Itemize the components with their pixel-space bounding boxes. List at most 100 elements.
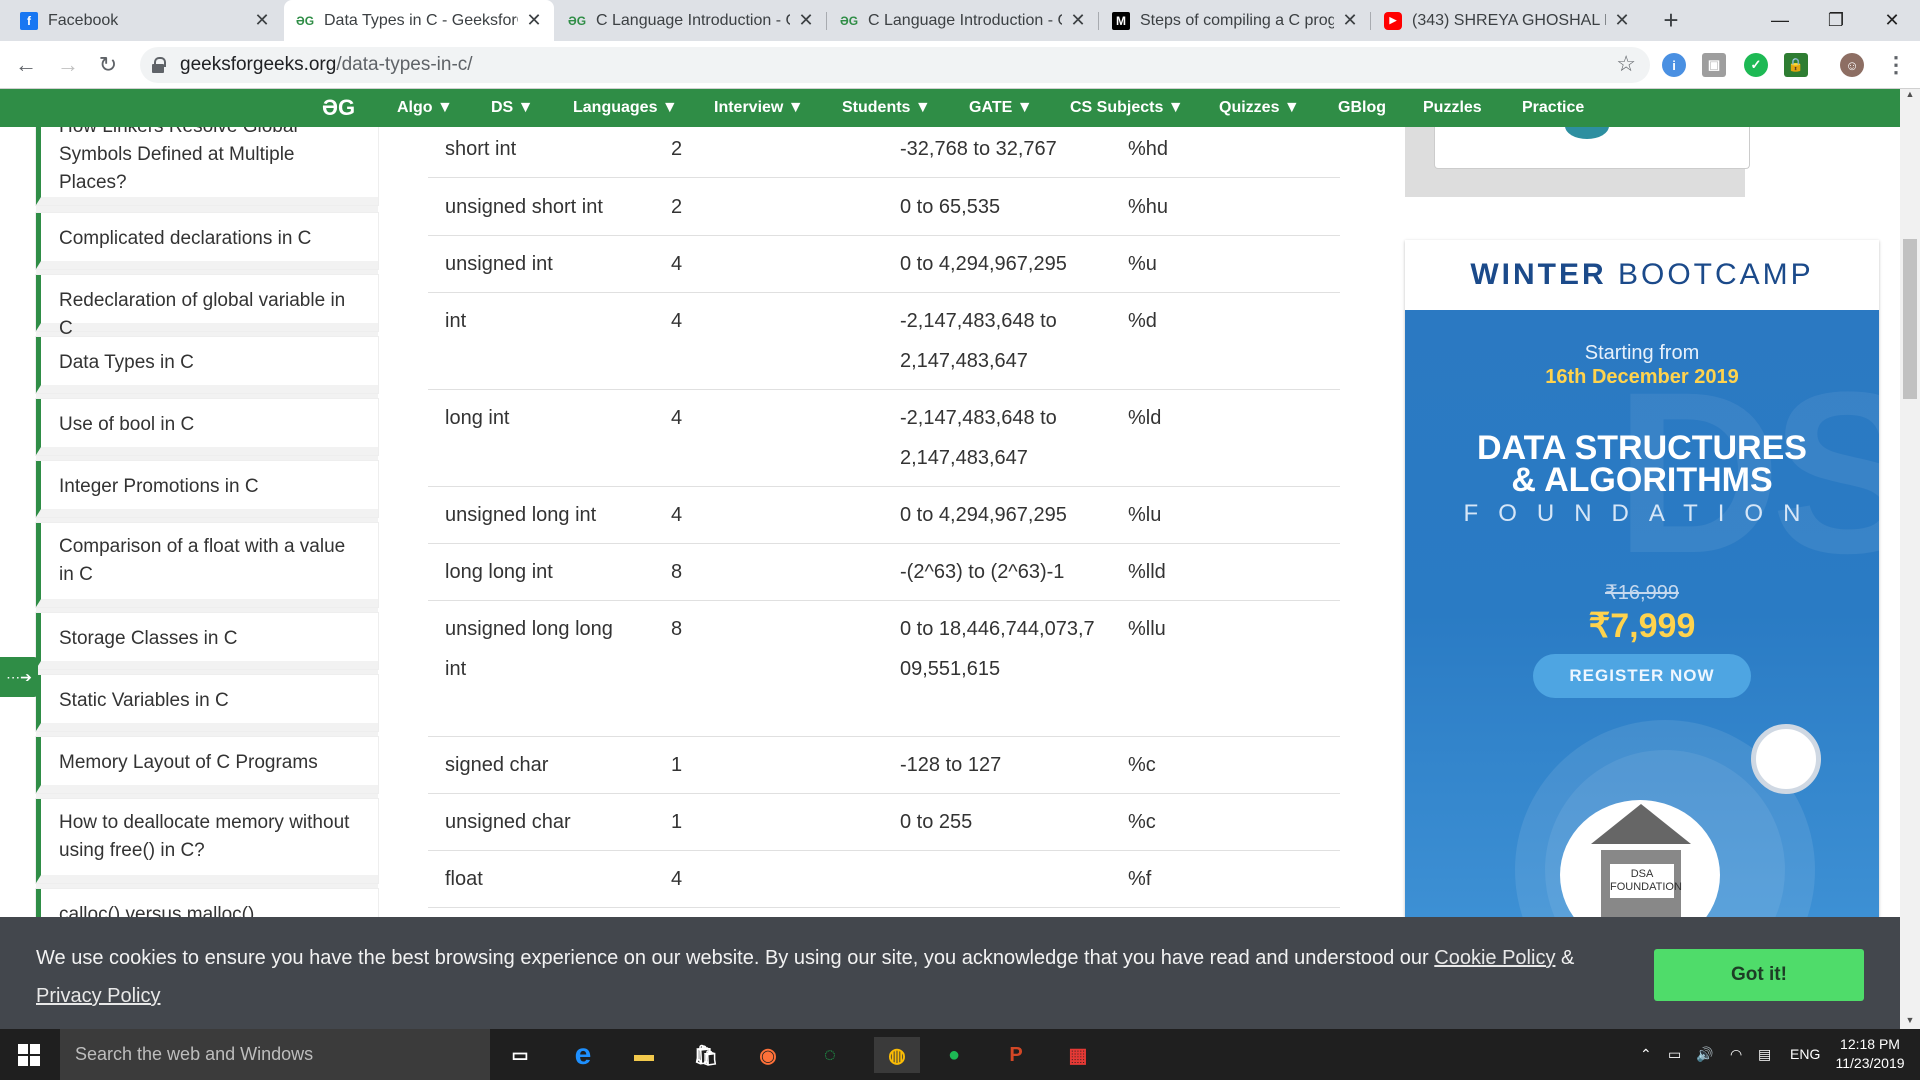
close-icon[interactable]: ✕ bbox=[1068, 10, 1088, 31]
close-window-button[interactable]: ✕ bbox=[1864, 0, 1920, 41]
nav-ds[interactable]: DS ▼ bbox=[491, 89, 534, 127]
promo-card[interactable] bbox=[1434, 127, 1750, 169]
nav-quizzes[interactable]: Quizzes ▼ bbox=[1219, 89, 1300, 127]
taskbar-clock[interactable]: 12:18 PM 11/23/2019 bbox=[1830, 1035, 1910, 1073]
nav-algo[interactable]: Algo ▼ bbox=[397, 89, 453, 127]
bytes-cell: 4 bbox=[671, 407, 683, 429]
check-extension-icon[interactable]: ✓ bbox=[1744, 53, 1768, 77]
store-icon[interactable]: 🛍 bbox=[688, 1037, 724, 1073]
close-icon[interactable]: ✕ bbox=[1340, 10, 1360, 31]
page-scrollbar[interactable]: ▲ ▼ bbox=[1900, 89, 1920, 1029]
sidebar-item[interactable]: Redeclaration of global variable in C bbox=[36, 275, 378, 339]
back-button[interactable]: ← bbox=[10, 49, 42, 81]
cookie-text: We use cookies to ensure you have the be… bbox=[36, 947, 1429, 969]
type-cell: unsigned long int bbox=[445, 504, 597, 526]
windows-start-icon[interactable] bbox=[18, 1044, 40, 1066]
forward-button[interactable]: → bbox=[52, 49, 84, 81]
close-icon[interactable]: ✕ bbox=[796, 10, 816, 31]
sidebar-item[interactable]: Use of bool in C bbox=[36, 399, 378, 455]
taskbar-search-box[interactable]: Search the web and Windows bbox=[60, 1029, 490, 1080]
tab-facebook[interactable]: f Facebook ✕ bbox=[8, 0, 282, 41]
menu-kebab-icon[interactable]: ⋮ bbox=[1880, 49, 1912, 81]
chrome-icon[interactable]: ◍ bbox=[874, 1037, 920, 1073]
scroll-down-icon[interactable]: ▼ bbox=[1900, 1015, 1920, 1029]
bookmark-star-icon[interactable]: ☆ bbox=[1616, 51, 1636, 77]
powerpoint-icon[interactable]: P bbox=[998, 1037, 1034, 1073]
nav-practice[interactable]: Practice bbox=[1522, 89, 1584, 127]
volume-icon[interactable]: 🔊 bbox=[1696, 1029, 1713, 1080]
language-indicator[interactable]: ENG bbox=[1790, 1029, 1820, 1080]
winter-bootcamp-ad[interactable]: WINTER BOOTCAMP DSA Starting from 16th D… bbox=[1405, 240, 1879, 917]
ad-title-line: & ALGORITHMS bbox=[1511, 461, 1773, 499]
lock-extension-icon[interactable]: 🔒 bbox=[1784, 53, 1808, 77]
ad-building-roof bbox=[1591, 804, 1691, 844]
extension-icon[interactable]: ▣ bbox=[1702, 53, 1726, 77]
nav-gblog[interactable]: GBlog bbox=[1338, 89, 1386, 127]
winrar-icon[interactable]: ▦ bbox=[1060, 1037, 1096, 1073]
sidebar-item[interactable]: Static Variables in C bbox=[36, 675, 378, 731]
format-cell: %ld bbox=[1128, 407, 1162, 429]
minimize-button[interactable]: — bbox=[1752, 0, 1808, 41]
nav-puzzles[interactable]: Puzzles bbox=[1423, 89, 1482, 127]
tab-title: Facebook bbox=[48, 11, 119, 29]
nav-students[interactable]: Students ▼ bbox=[842, 89, 931, 127]
close-icon[interactable]: ✕ bbox=[252, 10, 272, 31]
format-cell: %hd bbox=[1128, 138, 1169, 160]
screen: f Facebook ✕ ƏG Data Types in C - Geeksf… bbox=[0, 0, 1920, 1080]
new-tab-button[interactable]: + bbox=[1656, 6, 1686, 36]
tab-data-types-in-c[interactable]: ƏG Data Types in C - GeeksforGe ✕ bbox=[284, 0, 554, 41]
sidebar-item[interactable]: Integer Promotions in C bbox=[36, 461, 378, 517]
tab-c-language-intro-1[interactable]: ƏG C Language Introduction - G ✕ bbox=[556, 0, 826, 41]
type-cell: short int bbox=[445, 138, 517, 160]
cookie-policy-link[interactable]: Cookie Policy bbox=[1434, 947, 1555, 969]
nav-gate[interactable]: GATE ▼ bbox=[969, 89, 1033, 127]
nav-languages[interactable]: Languages ▼ bbox=[573, 89, 678, 127]
close-icon[interactable]: ✕ bbox=[1612, 10, 1632, 31]
range-cell: 0 to 4,294,967,295 bbox=[900, 504, 1067, 526]
address-bar[interactable]: geeksforgeeks.org/data-types-in-c/ ☆ bbox=[140, 47, 1650, 83]
reload-button[interactable]: ↻ bbox=[92, 49, 124, 81]
nav-interview[interactable]: Interview ▼ bbox=[714, 89, 804, 127]
loader-app-icon[interactable]: ◌ bbox=[812, 1037, 848, 1073]
spotify-icon[interactable]: ● bbox=[936, 1037, 972, 1073]
sidebar-item[interactable]: Memory Layout of C Programs bbox=[36, 737, 378, 793]
tab-youtube[interactable]: ▶ (343) SHREYA GHOSHAL LOV ✕ bbox=[1372, 0, 1642, 41]
edge-icon[interactable]: e bbox=[565, 1037, 601, 1073]
gfg-logo[interactable]: ƏG bbox=[322, 95, 355, 121]
youtube-icon: ▶ bbox=[1384, 11, 1402, 30]
sidebar-item-active[interactable]: Data Types in C bbox=[36, 337, 378, 393]
scrollbar-thumb[interactable] bbox=[1903, 239, 1917, 399]
sidebar-item[interactable]: calloc() versus malloc() bbox=[36, 889, 378, 917]
profile-avatar[interactable]: ☺ bbox=[1840, 53, 1864, 77]
scroll-up-icon[interactable]: ▲ bbox=[1900, 89, 1920, 103]
sidebar-item[interactable]: Complicated declarations in C bbox=[36, 213, 378, 269]
notification-icon[interactable]: ▤ bbox=[1758, 1029, 1771, 1080]
task-view-icon[interactable]: ▭ bbox=[502, 1037, 538, 1073]
url-domain: geeksforgeeks.org bbox=[180, 54, 337, 75]
file-explorer-icon[interactable]: ▬ bbox=[626, 1037, 662, 1073]
sidebar-item[interactable]: How Linkers Resolve Global Symbols Defin… bbox=[36, 127, 378, 205]
expand-sidebar-button[interactable]: ⋯➔ bbox=[0, 657, 38, 697]
type-cell: signed char bbox=[445, 754, 549, 776]
firefox-icon[interactable]: ◉ bbox=[750, 1037, 786, 1073]
got-it-button[interactable]: Got it! bbox=[1654, 949, 1864, 1001]
register-now-button[interactable]: REGISTER NOW bbox=[1533, 654, 1751, 698]
tab-c-language-intro-2[interactable]: ƏG C Language Introduction - G ✕ bbox=[828, 0, 1098, 41]
sidebar-item[interactable]: Storage Classes in C bbox=[36, 613, 378, 669]
nav-cs-subjects[interactable]: CS Subjects ▼ bbox=[1070, 89, 1184, 127]
sidebar-item[interactable]: How to deallocate memory without using f… bbox=[36, 799, 378, 883]
type-cell: long long int bbox=[445, 561, 553, 583]
info-extension-icon[interactable]: i bbox=[1662, 53, 1686, 77]
tab-compiling-c-program[interactable]: M Steps of compiling a C progr ✕ bbox=[1100, 0, 1370, 41]
sidebar-item[interactable]: Comparison of a float with a value in C bbox=[36, 523, 378, 607]
tray-chevron-icon[interactable]: ⌃ bbox=[1640, 1029, 1652, 1080]
close-icon[interactable]: ✕ bbox=[524, 10, 544, 31]
gfg-icon: ƏG bbox=[839, 13, 859, 28]
restore-button[interactable]: ❐ bbox=[1808, 0, 1864, 41]
privacy-policy-link[interactable]: Privacy Policy bbox=[36, 985, 160, 1007]
battery-icon[interactable]: ▭ bbox=[1668, 1029, 1681, 1080]
bytes-cell: 1 bbox=[671, 811, 683, 833]
wifi-icon[interactable]: ◠ bbox=[1730, 1029, 1742, 1080]
range-cell: 0 to 18,446,744,073,709,551,615 bbox=[900, 618, 1095, 680]
table-row: short int 2 -32,768 to 32,767 %hd bbox=[428, 127, 1340, 178]
